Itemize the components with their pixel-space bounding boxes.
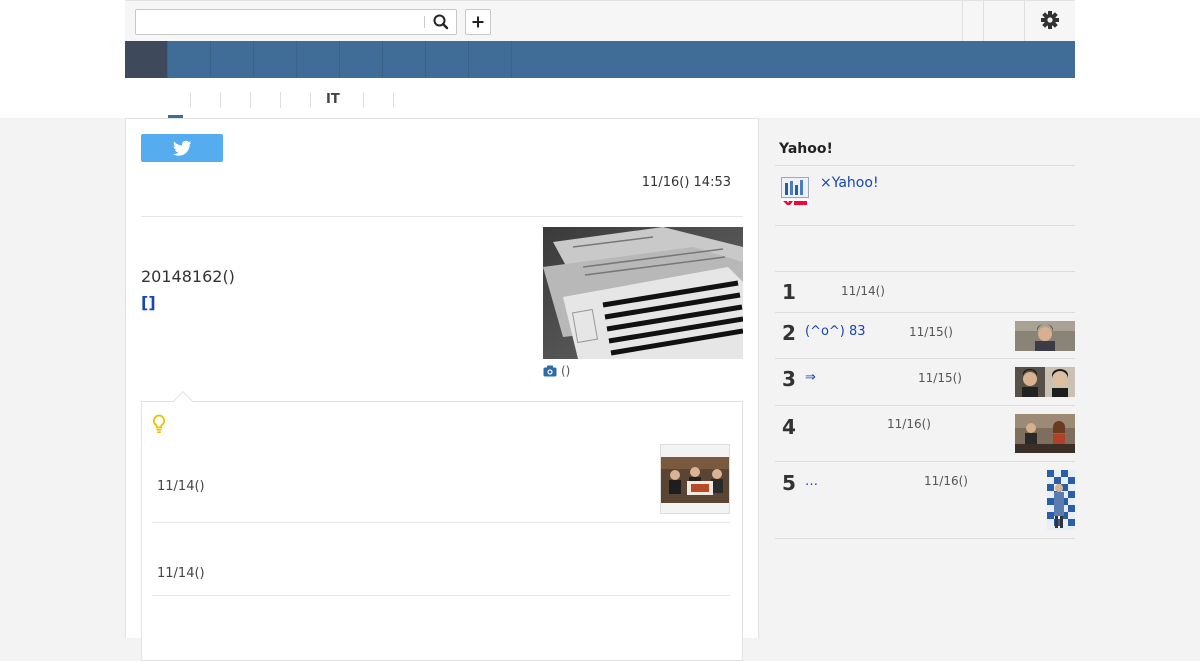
settings-button[interactable] <box>1025 1 1075 41</box>
divider <box>775 225 1075 226</box>
add-button[interactable] <box>465 9 491 35</box>
divider <box>152 522 730 523</box>
category-tab[interactable] <box>220 92 250 108</box>
divider <box>141 216 743 217</box>
ranking-thumbnail <box>1015 367 1075 397</box>
header-area: IT <box>0 0 1200 118</box>
document-photo <box>543 227 743 359</box>
plus-icon <box>472 16 484 28</box>
yahoo-logo-icon <box>781 177 809 207</box>
source-link[interactable]: [] <box>141 293 156 312</box>
ranking-number: 3 <box>782 367 796 391</box>
article-body: 20148162() <box>141 267 235 286</box>
search-icon <box>433 14 449 30</box>
ranking-thumbnail <box>1015 414 1075 453</box>
nav-item[interactable] <box>297 41 340 78</box>
ranking-date: 11/15() <box>918 371 962 385</box>
sidebar-title: Yahoo! <box>779 141 833 157</box>
category-tabs: IT <box>125 78 1075 118</box>
nav-item[interactable] <box>469 41 512 78</box>
category-tab[interactable] <box>280 92 310 108</box>
top-toolbar <box>125 0 1075 41</box>
ranking-date: 11/15() <box>909 325 953 339</box>
related-articles-panel: 11/14() 11/14() <box>141 391 743 661</box>
divider <box>775 165 1075 166</box>
press-conference-photo <box>661 457 729 503</box>
category-tab[interactable] <box>190 92 220 108</box>
photo-caption[interactable]: () <box>543 364 570 378</box>
yahoo-promo-link[interactable]: ×Yahoo! <box>820 175 879 191</box>
ranking-title: (^o^) 83 <box>805 324 866 339</box>
ranking-item[interactable]: 5 … 11/16() <box>775 462 1075 538</box>
divider <box>152 595 730 596</box>
ranking-thumbnail <box>1015 321 1075 351</box>
related-item[interactable]: 11/14() <box>152 444 730 524</box>
related-item-thumbnail <box>660 444 730 514</box>
ranking-date: 11/16() <box>924 474 968 488</box>
ranking-date: 11/14() <box>841 284 885 298</box>
search-input[interactable] <box>136 10 426 34</box>
related-item[interactable]: 11/14() <box>152 527 730 587</box>
category-tab-it[interactable]: IT <box>310 92 363 108</box>
nav-item-top[interactable] <box>125 41 168 78</box>
nav-item[interactable] <box>383 41 426 78</box>
category-tab[interactable] <box>363 92 393 108</box>
category-tab[interactable] <box>250 92 280 108</box>
lightbulb-icon <box>153 414 165 433</box>
related-item-date: 11/14() <box>157 479 205 494</box>
panel-notch <box>173 391 193 411</box>
person-photo <box>1015 321 1075 351</box>
camera-icon <box>543 365 557 377</box>
search-button[interactable] <box>430 12 452 32</box>
ranking-date: 11/16() <box>887 417 931 431</box>
ranking-number: 5 <box>782 471 796 495</box>
ranking-item[interactable]: 3 ⇒ 11/15() <box>775 359 1075 405</box>
gear-icon <box>1041 11 1059 29</box>
ranking-number: 1 <box>782 280 796 304</box>
two-people-photo <box>1015 367 1075 397</box>
ranking-item[interactable]: 4 11/16() <box>775 406 1075 461</box>
divider <box>775 538 1075 539</box>
ranking-item[interactable]: 2 (^o^) 83 11/15() <box>775 313 1075 358</box>
ranking-number: 2 <box>782 321 796 345</box>
nav-item[interactable] <box>340 41 383 78</box>
speaker-photo <box>1047 470 1075 530</box>
ranking-item[interactable]: 1 11/14() <box>775 272 1075 312</box>
main-navigation <box>125 41 1075 78</box>
press-photo <box>1015 414 1075 453</box>
photo-caption-text: () <box>561 364 571 378</box>
nav-item[interactable] <box>211 41 254 78</box>
tweet-button[interactable] <box>141 134 223 162</box>
ranking-number: 4 <box>782 415 796 439</box>
sidebar: Yahoo! ×Yahoo! 1 11/14() 2 (^o^) 83 11/1… <box>759 118 1075 638</box>
nav-item[interactable] <box>168 41 211 78</box>
toolbar-divider <box>983 1 984 41</box>
ranking-title: … <box>805 474 818 489</box>
search-box <box>135 9 457 35</box>
category-tab[interactable] <box>393 92 423 108</box>
category-tab[interactable] <box>161 92 191 108</box>
article-photo[interactable] <box>543 227 743 359</box>
ranking-title: ⇒ <box>805 370 816 385</box>
article-column: 11/16() 14:53 20148162() [] () 11/14() 1… <box>125 118 759 661</box>
related-item-date: 11/14() <box>157 566 205 581</box>
search-divider <box>424 16 425 28</box>
article-date: 11/16() 14:53 <box>641 175 731 190</box>
twitter-bird-icon <box>172 140 192 156</box>
toolbar-divider <box>962 1 963 41</box>
nav-item[interactable] <box>426 41 469 78</box>
nav-item[interactable] <box>254 41 297 78</box>
ranking-thumbnail <box>1047 470 1075 530</box>
